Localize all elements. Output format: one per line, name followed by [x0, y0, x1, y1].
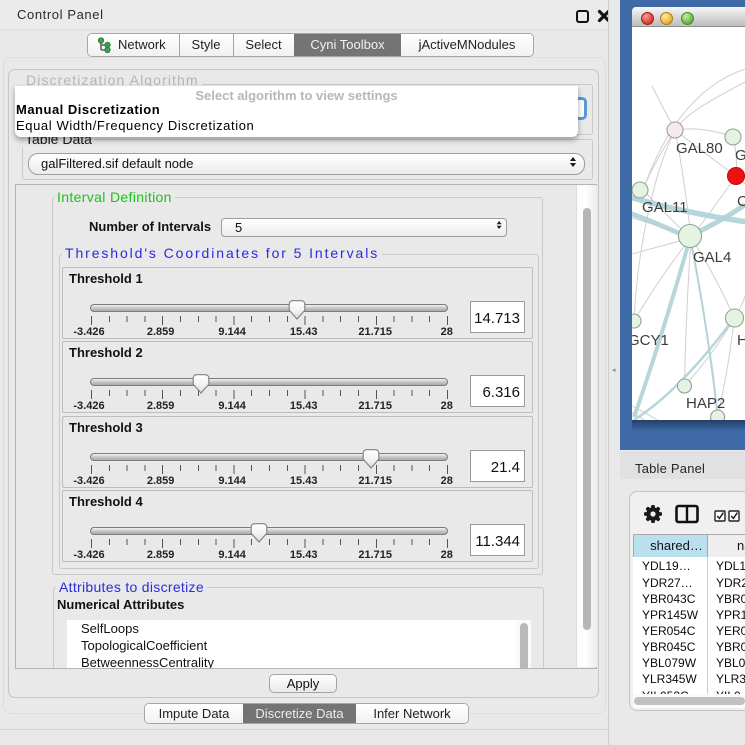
svg-text:GCY1: GCY1 [632, 332, 669, 349]
svg-text:GAL80: GAL80 [676, 140, 723, 157]
svg-text:GAL4: GAL4 [693, 249, 731, 266]
svg-text:H: H [737, 332, 745, 349]
svg-text:GA: GA [735, 147, 745, 164]
svg-text:GAL11: GAL11 [642, 199, 688, 216]
svg-text:HAP2: HAP2 [686, 395, 725, 412]
svg-text:C: C [737, 193, 745, 210]
